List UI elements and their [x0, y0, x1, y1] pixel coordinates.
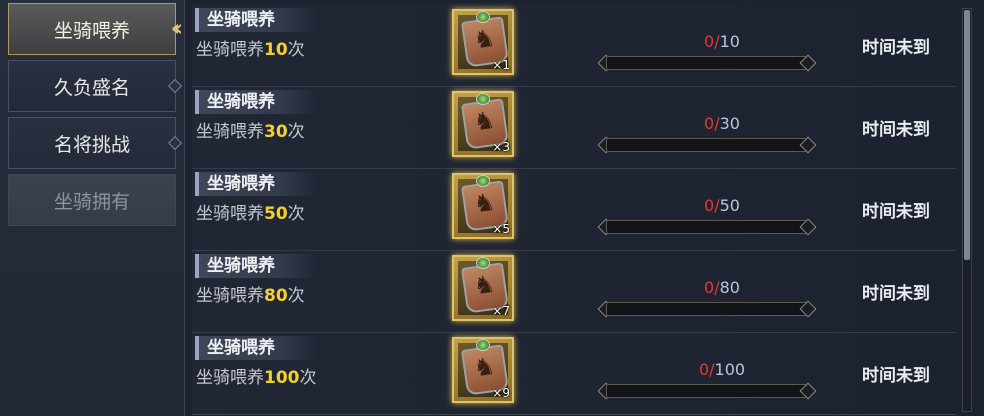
row-title: 坐骑喂养 — [195, 90, 317, 114]
reward-item[interactable]: ×1 — [452, 9, 514, 75]
progress-total: 30 — [719, 114, 740, 133]
progress-text: 0/10 — [602, 32, 842, 51]
desc-suffix: 次 — [299, 368, 317, 388]
gem-icon — [476, 257, 490, 269]
desc-suffix: 次 — [287, 40, 305, 60]
task-row: 坐骑喂养 坐骑喂养100次 ×9 0/100 时间未到 — [192, 332, 956, 415]
tab-mount-owned[interactable]: 坐骑拥有 — [8, 174, 176, 226]
progress-current: 0 — [704, 278, 715, 297]
gem-icon — [476, 175, 490, 187]
progress-current: 0 — [704, 196, 715, 215]
progress-current: 0 — [704, 32, 715, 51]
item-quantity: ×3 — [492, 140, 510, 154]
task-list: 坐骑喂养 坐骑喂养10次 ×1 0/10 时间未到 坐骑喂养 坐骑喂养30次 ×… — [186, 0, 956, 416]
double-chevron-left-icon: ‹‹ — [170, 16, 183, 42]
gem-icon — [476, 11, 490, 23]
row-description: 坐骑喂养80次 — [196, 284, 305, 308]
desc-count: 100 — [264, 368, 300, 388]
desc-prefix: 坐骑喂养 — [196, 122, 264, 142]
row-description: 坐骑喂养100次 — [196, 366, 317, 390]
gem-icon — [476, 339, 490, 351]
progress-current: 0 — [704, 114, 715, 133]
progress-bar — [606, 138, 808, 152]
status-label: 时间未到 — [862, 37, 930, 58]
tab-label: 坐骑拥有 — [53, 190, 130, 213]
row-title: 坐骑喂养 — [195, 254, 317, 278]
progress-bar — [606, 220, 808, 234]
item-quantity: ×1 — [492, 58, 510, 72]
desc-prefix: 坐骑喂养 — [196, 40, 264, 60]
desc-count: 80 — [264, 286, 288, 306]
desc-count: 30 — [264, 122, 288, 142]
tab-label: 名将挑战 — [53, 133, 130, 156]
tab-general-challenge[interactable]: 名将挑战 — [8, 117, 183, 169]
row-title: 坐骑喂养 — [195, 336, 317, 360]
item-quantity: ×5 — [492, 222, 510, 236]
progress-total: 10 — [719, 32, 740, 51]
row-title: 坐骑喂养 — [195, 172, 317, 196]
scrollbar-thumb[interactable] — [964, 10, 970, 260]
progress-total: 80 — [719, 278, 740, 297]
row-title: 坐骑喂养 — [195, 8, 317, 32]
row-description: 坐骑喂养50次 — [196, 202, 305, 226]
progress-bar — [606, 384, 808, 398]
status-label: 时间未到 — [862, 283, 930, 304]
desc-count: 50 — [264, 204, 288, 224]
tab-mount-feeding[interactable]: 坐骑喂养 ‹‹ — [8, 3, 183, 55]
item-quantity: ×7 — [492, 304, 510, 318]
desc-prefix: 坐骑喂养 — [196, 286, 264, 306]
progress-current: 0 — [698, 360, 710, 379]
gem-icon — [476, 93, 490, 105]
tab-label: 久负盛名 — [53, 76, 130, 99]
desc-prefix: 坐骑喂养 — [196, 368, 264, 388]
task-row: 坐骑喂养 坐骑喂养50次 ×5 0/50 时间未到 — [192, 168, 956, 251]
status-label: 时间未到 — [862, 365, 930, 386]
desc-count: 10 — [264, 40, 288, 60]
item-quantity: ×9 — [492, 386, 510, 400]
progress-text: 0/30 — [602, 114, 842, 133]
desc-suffix: 次 — [287, 204, 305, 224]
reward-item[interactable]: ×7 — [452, 255, 514, 321]
status-label: 时间未到 — [862, 201, 930, 222]
reward-item[interactable]: ×9 — [452, 337, 514, 403]
row-description: 坐骑喂养30次 — [196, 120, 305, 144]
status-label: 时间未到 — [862, 119, 930, 140]
desc-suffix: 次 — [287, 122, 305, 142]
tab-renowned[interactable]: 久负盛名 — [8, 60, 183, 112]
desc-prefix: 坐骑喂养 — [196, 204, 264, 224]
row-description: 坐骑喂养10次 — [196, 38, 305, 62]
diamond-icon — [167, 135, 183, 151]
reward-item[interactable]: ×5 — [452, 173, 514, 239]
tab-label: 坐骑喂养 — [53, 19, 130, 42]
scrollbar[interactable] — [962, 8, 972, 412]
progress-text: 0/80 — [602, 278, 842, 297]
progress-bar — [606, 302, 808, 316]
task-row: 坐骑喂养 坐骑喂养10次 ×1 0/10 时间未到 — [192, 4, 956, 87]
progress-bar — [606, 56, 808, 70]
progress-total: 50 — [719, 196, 740, 215]
task-row: 坐骑喂养 坐骑喂养30次 ×3 0/30 时间未到 — [192, 86, 956, 169]
sidebar: 坐骑喂养 ‹‹ 久负盛名 名将挑战 坐骑拥有 — [0, 0, 185, 416]
task-row: 坐骑喂养 坐骑喂养80次 ×7 0/80 时间未到 — [192, 250, 956, 333]
progress-text: 0/50 — [602, 196, 842, 215]
progress-text: 0/100 — [602, 360, 842, 379]
progress-total: 100 — [714, 360, 746, 379]
diamond-icon — [167, 78, 183, 94]
reward-item[interactable]: ×3 — [452, 91, 514, 157]
desc-suffix: 次 — [287, 286, 305, 306]
